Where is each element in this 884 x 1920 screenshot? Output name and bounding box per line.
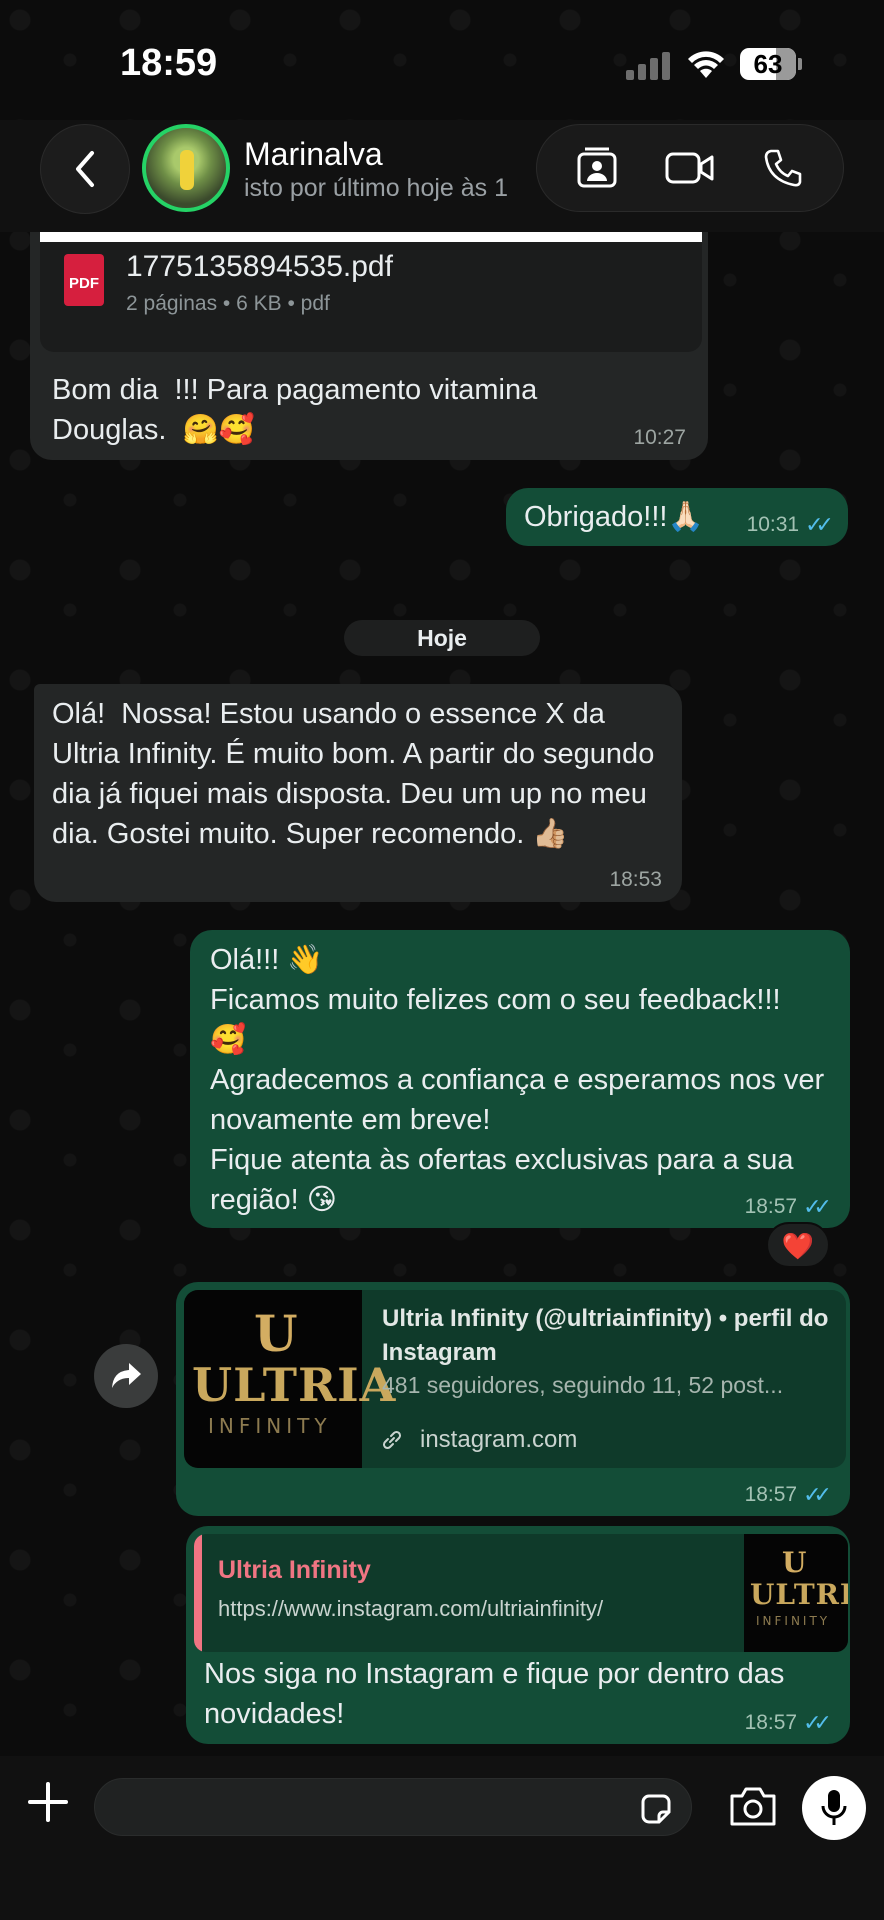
message-time: 18:57 ✓✓	[745, 1482, 832, 1508]
link-preview-card[interactable]: U ULTRIA INFINITY Ultria Infinity (@ultr…	[184, 1290, 846, 1468]
chevron-left-icon	[76, 151, 94, 187]
video-call-icon	[665, 152, 714, 184]
quote-title: Ultria Infinity	[218, 1556, 371, 1584]
contact-name[interactable]: Marinalva	[244, 136, 383, 173]
pdf-preview-strip	[40, 232, 702, 242]
back-button[interactable]	[40, 124, 130, 214]
message-text: Obrigado!!!🙏🏻	[524, 501, 704, 533]
message-time: 10:27	[633, 426, 686, 449]
pdf-file-icon: PDF	[64, 254, 104, 306]
date-divider: Hoje	[344, 620, 540, 656]
contact-last-seen[interactable]: isto por último hoje às 1	[244, 174, 514, 203]
contact-card-button[interactable]	[569, 140, 625, 196]
video-call-button[interactable]	[662, 140, 718, 196]
message-outgoing[interactable]: Obrigado!!!🙏🏻 10:31 ✓✓	[506, 488, 848, 546]
message-time: 18:53	[609, 868, 662, 891]
chat-header: Marinalva isto por último hoje às 1	[0, 120, 884, 232]
voice-call-button[interactable]	[755, 140, 811, 196]
message-input[interactable]	[94, 1778, 692, 1836]
sticker-icon	[641, 1794, 671, 1824]
read-receipt-icon: ✓✓	[803, 1194, 832, 1219]
message-text: Bom dia !!! Para pagamento vitamina Doug…	[52, 374, 546, 446]
message-time: 18:57 ✓✓	[745, 1194, 832, 1220]
cellular-signal-icon	[626, 50, 672, 80]
quote-url: https://www.instagram.com/ultriainfinity…	[218, 1596, 604, 1621]
ultria-logo-thumbnail: U ULTRIA INFINITY	[744, 1534, 848, 1652]
read-receipt-icon: ✓✓	[803, 1482, 832, 1507]
camera-button[interactable]	[728, 1784, 778, 1828]
message-text: Olá! Nossa! Estou usando o essence X da …	[52, 698, 663, 850]
forward-arrow-icon	[112, 1363, 141, 1388]
message-incoming[interactable]: Olá! Nossa! Estou usando o essence X da …	[34, 684, 682, 902]
message-composer	[0, 1756, 884, 1920]
message-outgoing-link[interactable]: U ULTRIA INFINITY Ultria Infinity (@ultr…	[176, 1282, 850, 1516]
message-outgoing[interactable]: Olá!!! 👋 Ficamos muito felizes com o seu…	[190, 930, 850, 1228]
message-time: 10:31 ✓✓	[747, 512, 834, 538]
attach-button[interactable]	[26, 1780, 70, 1824]
pdf-info: 2 páginas • 6 KB • pdf	[126, 292, 330, 315]
contact-card-icon	[577, 147, 617, 188]
link-description: 481 seguidores, seguindo 11, 52 post...	[382, 1372, 784, 1398]
pdf-filename: 1775135894535.pdf	[126, 250, 393, 283]
avatar[interactable]	[142, 124, 230, 212]
microphone-icon	[821, 1790, 847, 1825]
link-quote-card[interactable]: Ultria Infinity https://www.instagram.co…	[194, 1534, 848, 1652]
phone-icon	[764, 149, 801, 187]
message-text: Olá!!! 👋 Ficamos muito felizes com o seu…	[210, 944, 825, 1216]
clock: 18:59	[120, 42, 218, 84]
ultria-logo-thumbnail: U ULTRIA INFINITY	[184, 1290, 395, 1468]
message-text: Nos siga no Instagram e fique por dentro…	[204, 1658, 793, 1730]
header-actions	[536, 124, 844, 212]
status-bar: 18:59 63	[0, 0, 884, 120]
read-receipt-icon: ✓✓	[803, 1710, 832, 1735]
plus-icon	[28, 1782, 68, 1822]
reaction-heart[interactable]: ❤️	[766, 1222, 830, 1268]
quote-accent-bar	[194, 1534, 202, 1652]
read-receipt-icon: ✓✓	[805, 512, 834, 537]
link-title: Ultria Infinity (@ultriainfinity) • perf…	[382, 1305, 829, 1366]
battery-level: 63	[753, 49, 783, 79]
camera-icon	[730, 1787, 776, 1826]
message-time: 18:57 ✓✓	[745, 1710, 832, 1736]
message-outgoing-quoted[interactable]: Ultria Infinity https://www.instagram.co…	[186, 1526, 850, 1744]
battery-icon: 63	[740, 48, 802, 80]
sticker-button[interactable]	[639, 1792, 673, 1826]
link-icon	[382, 1430, 402, 1450]
message-incoming-pdf[interactable]: PDF 1775135894535.pdf 2 páginas • 6 KB •…	[30, 232, 708, 460]
pdf-attachment[interactable]: PDF 1775135894535.pdf 2 páginas • 6 KB •…	[40, 232, 702, 352]
forward-button[interactable]	[94, 1344, 158, 1408]
microphone-button[interactable]	[802, 1776, 866, 1840]
link-domain: instagram.com	[382, 1426, 577, 1454]
wifi-icon	[686, 48, 726, 85]
